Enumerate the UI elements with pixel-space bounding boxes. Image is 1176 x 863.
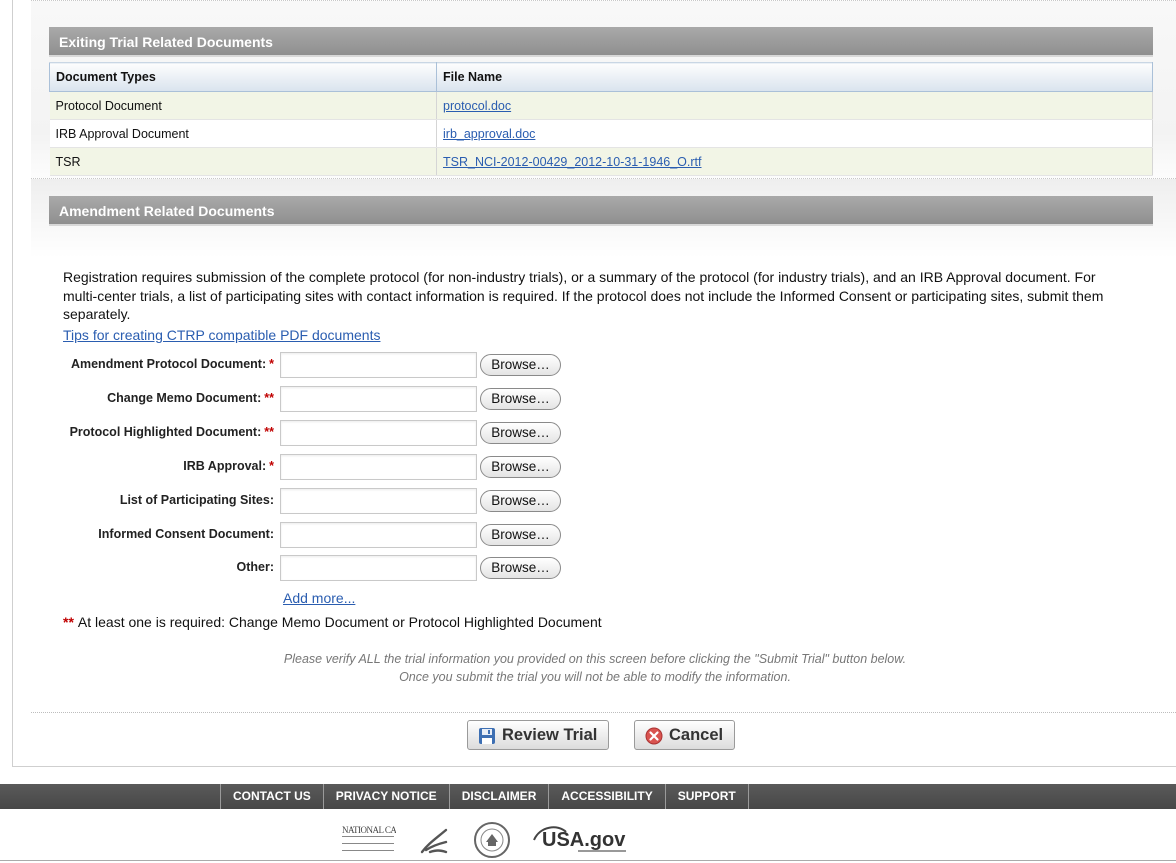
- change-memo-file-input[interactable]: [280, 386, 477, 412]
- cancel-icon: [645, 727, 663, 745]
- footer-link-disclaimer[interactable]: DISCLAIMER: [448, 784, 549, 809]
- file-link-irb-approval[interactable]: irb_approval.doc: [443, 127, 535, 141]
- verify-message: Please verify ALL the trial information …: [230, 650, 960, 686]
- divider: [31, 712, 1176, 713]
- protocol-highlighted-file-input[interactable]: [280, 420, 477, 446]
- review-trial-button[interactable]: Review Trial: [467, 720, 609, 750]
- browse-button[interactable]: Browse…: [480, 490, 561, 512]
- file-link-tsr[interactable]: TSR_NCI-2012-00429_2012-10-31-1946_O.rtf: [443, 155, 702, 169]
- browse-button[interactable]: Browse…: [480, 422, 561, 444]
- form-row-change-memo: Change Memo Document: ** Browse…: [0, 386, 600, 412]
- form-row-irb-approval: IRB Approval: * Browse…: [0, 454, 600, 480]
- required-marker: **: [63, 614, 74, 630]
- form-row-other: Other: Browse…: [0, 555, 600, 581]
- footer-link-support[interactable]: SUPPORT: [664, 784, 749, 809]
- file-name-cell: irb_approval.doc: [436, 119, 1153, 148]
- browse-button[interactable]: Browse…: [480, 456, 561, 478]
- field-label: Change Memo Document: **: [107, 391, 274, 405]
- add-more-link[interactable]: Add more...: [283, 590, 355, 606]
- browse-button[interactable]: Browse…: [480, 388, 561, 410]
- field-label: List of Participating Sites:: [119, 493, 274, 507]
- amendment-protocol-file-input[interactable]: [280, 352, 477, 378]
- field-label: Informed Consent Document:: [98, 527, 274, 541]
- nci-logo-icon[interactable]: NATIONAL CANCER INSTITUTE: [340, 823, 396, 857]
- form-row-informed-consent: Informed Consent Document: Browse…: [0, 522, 600, 548]
- svg-text:NATIONAL CANCER INSTITUTE: NATIONAL CANCER INSTITUTE: [342, 825, 396, 835]
- informed-consent-file-input[interactable]: [280, 522, 477, 548]
- footer-link-privacy-notice[interactable]: PRIVACY NOTICE: [322, 784, 449, 809]
- footer-nav: CONTACT US PRIVACY NOTICE DISCLAIMER ACC…: [220, 784, 749, 809]
- cancel-label: Cancel: [669, 726, 724, 744]
- tips-pdf-link[interactable]: Tips for creating CTRP compatible PDF do…: [63, 327, 380, 343]
- browse-button[interactable]: Browse…: [480, 354, 561, 376]
- amendment-documents-header: Amendment Related Documents: [49, 196, 1153, 226]
- column-header-document-types: Document Types: [49, 62, 437, 92]
- file-name-cell: protocol.doc: [436, 91, 1153, 120]
- verify-line-1: Please verify ALL the trial information …: [283, 652, 907, 666]
- browse-button[interactable]: Browse…: [480, 524, 561, 546]
- footer-link-contact-us[interactable]: CONTACT US: [220, 784, 323, 809]
- svg-text:USA.gov: USA.gov: [542, 829, 626, 851]
- participating-sites-file-input[interactable]: [280, 488, 477, 514]
- field-label: Amendment Protocol Document: *: [70, 357, 274, 371]
- review-trial-label: Review Trial: [502, 726, 598, 744]
- registration-instructions: Registration requires submission of the …: [63, 269, 1104, 322]
- form-row-protocol-highlighted: Protocol Highlighted Document: ** Browse…: [0, 420, 600, 446]
- field-label: Protocol Highlighted Document: **: [69, 425, 274, 439]
- column-header-file-name: File Name: [436, 62, 1153, 92]
- usa-gov-logo-icon[interactable]: USA.gov: [532, 822, 632, 858]
- requirement-note-text: At least one is required: Change Memo Do…: [77, 614, 602, 630]
- document-type-cell: Protocol Document: [49, 91, 437, 120]
- form-row-participating-sites: List of Participating Sites: Browse…: [0, 488, 600, 514]
- cancel-button[interactable]: Cancel: [634, 720, 735, 750]
- existing-documents-table: Document Types File Name Protocol Docume…: [49, 62, 1153, 176]
- footer-bar: CONTACT US PRIVACY NOTICE DISCLAIMER ACC…: [0, 784, 1176, 809]
- hhs-eagle-icon[interactable]: [416, 822, 452, 858]
- footer-link-accessibility[interactable]: ACCESSIBILITY: [548, 784, 664, 809]
- file-link-protocol[interactable]: protocol.doc: [443, 99, 511, 113]
- save-disk-icon: [479, 728, 495, 744]
- nih-seal-icon[interactable]: [472, 820, 512, 860]
- field-label: IRB Approval: *: [183, 459, 274, 473]
- verify-line-2: Once you submit the trial you will not b…: [399, 670, 791, 684]
- requirement-note: ** At least one is required: Change Memo …: [63, 614, 602, 630]
- footer-logos: NATIONAL CANCER INSTITUTE USA.gov: [340, 820, 632, 860]
- browse-button[interactable]: Browse…: [480, 557, 561, 579]
- table-row: Protocol Document protocol.doc: [49, 91, 1153, 120]
- document-type-cell: TSR: [49, 147, 437, 176]
- table-header-row: Document Types File Name: [49, 62, 1153, 92]
- file-name-cell: TSR_NCI-2012-00429_2012-10-31-1946_O.rtf: [436, 147, 1153, 176]
- irb-approval-file-input[interactable]: [280, 454, 477, 480]
- form-row-amendment-protocol: Amendment Protocol Document: * Browse…: [0, 352, 600, 378]
- table-row: IRB Approval Document irb_approval.doc: [49, 119, 1153, 148]
- field-label: Other:: [236, 560, 275, 574]
- bottom-border: [0, 860, 1176, 861]
- table-row: TSR TSR_NCI-2012-00429_2012-10-31-1946_O…: [49, 147, 1153, 176]
- document-type-cell: IRB Approval Document: [49, 119, 437, 148]
- other-file-input[interactable]: [280, 555, 477, 581]
- existing-documents-header: Exiting Trial Related Documents: [49, 27, 1153, 57]
